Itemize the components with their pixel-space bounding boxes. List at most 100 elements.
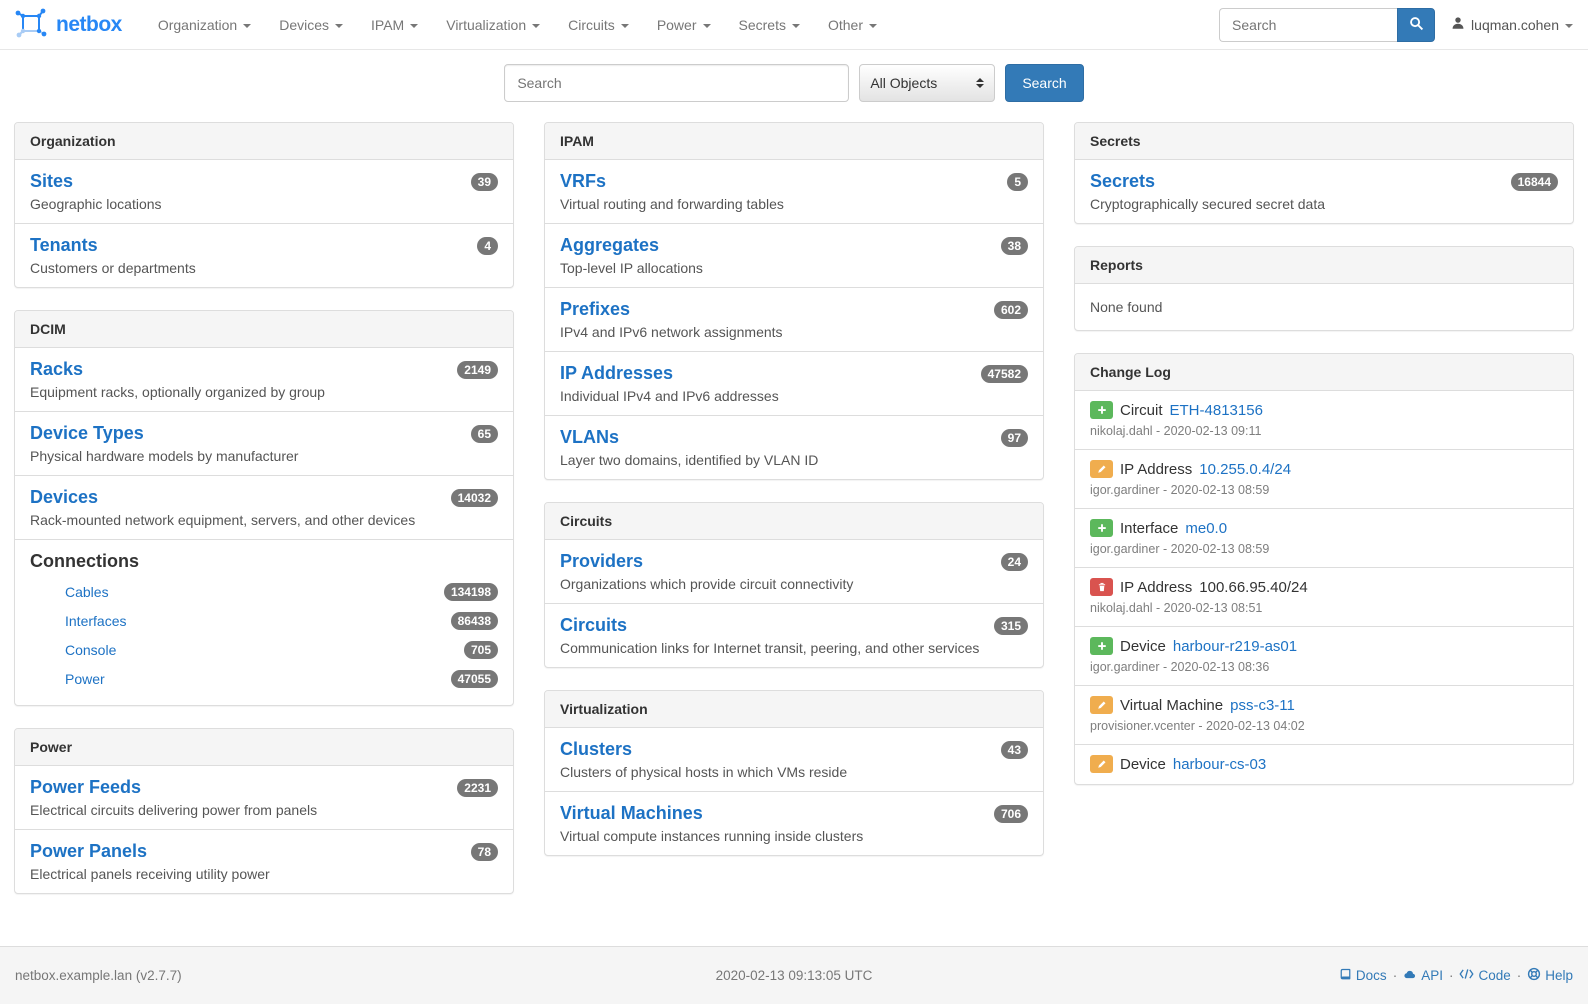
racks-link[interactable]: Racks xyxy=(30,359,83,380)
column-left: Organization Sites 39 Geographic locatio… xyxy=(14,122,514,916)
power-connections-link[interactable]: Power xyxy=(65,671,105,687)
changelog-entry: Device harbour-r219-as01 igor.gardiner -… xyxy=(1075,626,1573,685)
circuits-link[interactable]: Circuits xyxy=(560,615,627,636)
menu-ipam[interactable]: IPAM xyxy=(357,0,432,50)
list-item: Power Panels 78 Electrical panels receiv… xyxy=(15,829,513,893)
aggregates-link[interactable]: Aggregates xyxy=(560,235,659,256)
navbar-search-form xyxy=(1219,8,1435,42)
count-badge: 24 xyxy=(1001,553,1028,571)
changelog-object-link[interactable]: pss-c3-11 xyxy=(1230,697,1295,714)
virtual-machines-link[interactable]: Virtual Machines xyxy=(560,803,703,824)
list-item: Sites 39 Geographic locations xyxy=(15,160,513,223)
item-description: Communication links for Internet transit… xyxy=(560,640,1028,656)
menu-organization[interactable]: Organization xyxy=(144,0,265,50)
changelog-object-type: IP Address xyxy=(1120,579,1192,596)
footer-timestamp: 2020-02-13 09:13:05 UTC xyxy=(716,968,873,983)
changelog-object-link[interactable]: harbour-cs-03 xyxy=(1173,756,1266,773)
count-badge: 47582 xyxy=(981,365,1028,383)
menu-power[interactable]: Power xyxy=(643,0,725,50)
global-search-input[interactable] xyxy=(504,64,849,102)
count-badge: 39 xyxy=(471,173,498,191)
tenants-link[interactable]: Tenants xyxy=(30,235,98,256)
search-scope-select[interactable]: All Objects xyxy=(859,64,995,102)
menu-label: IPAM xyxy=(371,17,404,33)
menu-label: Power xyxy=(657,17,697,33)
changelog-entry: Circuit ETH-4813156 nikolaj.dahl - 2020-… xyxy=(1075,391,1573,449)
api-link[interactable]: API xyxy=(1403,968,1443,984)
menu-circuits[interactable]: Circuits xyxy=(554,0,643,50)
item-description: Physical hardware models by manufacturer xyxy=(30,448,498,464)
connection-row: Console 705 xyxy=(30,636,498,665)
brand-name: netbox xyxy=(56,13,122,37)
user-menu[interactable]: luqman.cohen xyxy=(1451,16,1573,33)
list-item: Device Types 65 Physical hardware models… xyxy=(15,411,513,475)
top-navbar: netbox Organization Devices IPAM Virtual… xyxy=(0,0,1588,50)
changelog-object-type: Device xyxy=(1120,638,1166,655)
chevron-down-icon xyxy=(243,24,251,28)
global-search-section: All Objects Search xyxy=(0,50,1588,108)
netbox-brand[interactable]: netbox xyxy=(15,8,122,41)
changelog-object-link[interactable]: harbour-r219-as01 xyxy=(1173,638,1297,655)
panel-power: Power Power Feeds 2231 Electrical circui… xyxy=(14,728,514,894)
menu-other[interactable]: Other xyxy=(814,0,891,50)
providers-link[interactable]: Providers xyxy=(560,551,643,572)
panel-ipam: IPAM VRFs 5 Virtual routing and forwardi… xyxy=(544,122,1044,480)
panel-virtualization: Virtualization Clusters 43 Clusters of p… xyxy=(544,690,1044,856)
panel-heading: Secrets xyxy=(1075,123,1573,160)
cables-link[interactable]: Cables xyxy=(65,584,109,600)
menu-label: Circuits xyxy=(568,17,615,33)
list-item: Secrets 16844 Cryptographically secured … xyxy=(1075,160,1573,223)
console-link[interactable]: Console xyxy=(65,642,116,658)
devices-link[interactable]: Devices xyxy=(30,487,98,508)
list-item: Clusters 43 Clusters of physical hosts i… xyxy=(545,728,1043,791)
user-icon xyxy=(1451,16,1465,33)
count-badge: 2231 xyxy=(457,779,498,797)
count-badge: 86438 xyxy=(451,612,498,630)
menu-label: Secrets xyxy=(739,17,786,33)
item-description: Equipment racks, optionally organized by… xyxy=(30,384,498,400)
footer-link-label: API xyxy=(1421,968,1443,983)
secrets-link[interactable]: Secrets xyxy=(1090,171,1155,192)
vrfs-link[interactable]: VRFs xyxy=(560,171,606,192)
chevron-down-icon xyxy=(792,24,800,28)
connection-row: Interfaces 86438 xyxy=(30,607,498,636)
panel-heading: Power xyxy=(15,729,513,766)
vlans-link[interactable]: VLANs xyxy=(560,427,619,448)
changelog-object-link[interactable]: me0.0 xyxy=(1185,520,1227,537)
panel-secrets: Secrets Secrets 16844 Cryptographically … xyxy=(1074,122,1574,224)
chevron-down-icon xyxy=(532,24,540,28)
item-description: Virtual compute instances running inside… xyxy=(560,828,1028,844)
device-types-link[interactable]: Device Types xyxy=(30,423,144,444)
item-description: Virtual routing and forwarding tables xyxy=(560,196,1028,212)
prefixes-link[interactable]: Prefixes xyxy=(560,299,630,320)
docs-link[interactable]: Docs xyxy=(1339,968,1387,984)
count-badge: 705 xyxy=(464,641,498,659)
clusters-link[interactable]: Clusters xyxy=(560,739,632,760)
navbar-search-input[interactable] xyxy=(1219,8,1397,42)
navbar-search-button[interactable] xyxy=(1397,8,1435,42)
interfaces-link[interactable]: Interfaces xyxy=(65,613,126,629)
ip-addresses-link[interactable]: IP Addresses xyxy=(560,363,673,384)
menu-label: Other xyxy=(828,17,863,33)
user-name: luqman.cohen xyxy=(1471,17,1559,33)
global-search-button[interactable]: Search xyxy=(1005,64,1083,102)
power-feeds-link[interactable]: Power Feeds xyxy=(30,777,141,798)
menu-virtualization[interactable]: Virtualization xyxy=(432,0,554,50)
menu-secrets[interactable]: Secrets xyxy=(725,0,814,50)
help-link[interactable]: Help xyxy=(1527,967,1573,984)
power-panels-link[interactable]: Power Panels xyxy=(30,841,147,862)
chevron-down-icon xyxy=(703,24,711,28)
item-description: Cryptographically secured secret data xyxy=(1090,196,1558,212)
changelog-entry: IP Address 100.66.95.40/24 nikolaj.dahl … xyxy=(1075,567,1573,626)
changelog-meta: nikolaj.dahl - 2020-02-13 08:51 xyxy=(1090,601,1558,615)
select-arrows-icon xyxy=(976,78,984,88)
list-item: Tenants 4 Customers or departments xyxy=(15,223,513,287)
search-icon xyxy=(1409,16,1424,34)
menu-devices[interactable]: Devices xyxy=(265,0,357,50)
changelog-object-link[interactable]: ETH-4813156 xyxy=(1170,402,1263,419)
sites-link[interactable]: Sites xyxy=(30,171,73,192)
code-link[interactable]: Code xyxy=(1459,968,1510,983)
page: netbox Organization Devices IPAM Virtual… xyxy=(0,0,1588,1004)
plus-icon xyxy=(1090,401,1113,419)
changelog-object-link[interactable]: 10.255.0.4/24 xyxy=(1199,461,1291,478)
